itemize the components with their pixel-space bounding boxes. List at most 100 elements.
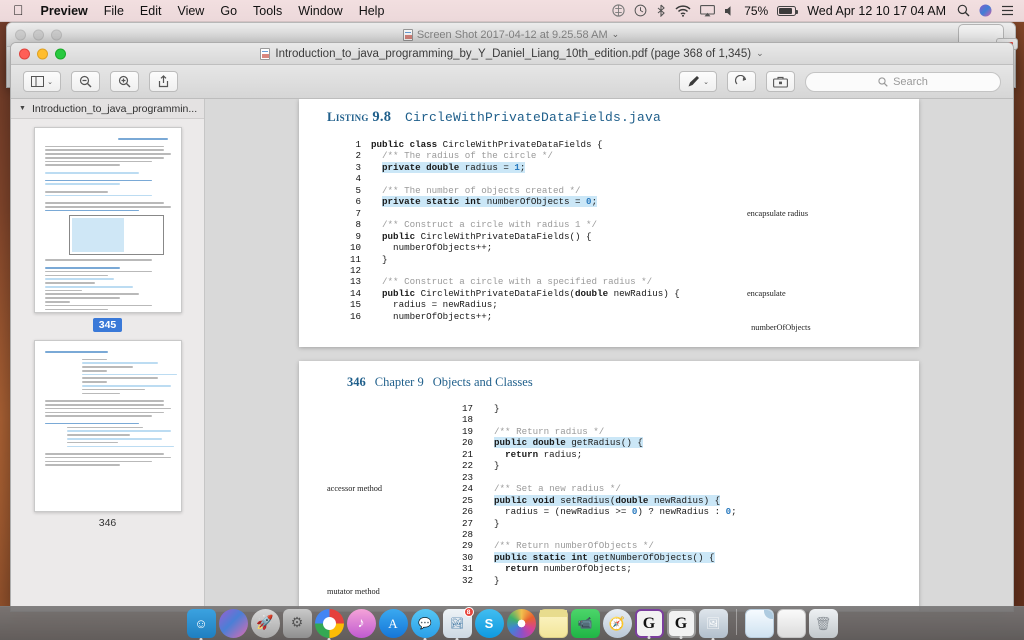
minimize-button-inactive[interactable] <box>33 29 44 40</box>
background-window-traffic-lights[interactable] <box>15 29 62 40</box>
dock-trash[interactable]: 🗑 <box>809 609 838 638</box>
window-titlebar[interactable]: Introduction_to_java_programming_by_Y_Da… <box>11 43 1013 65</box>
background-window-title: Screen Shot 2017-04-12 at 9.25.58 AM ⌄ <box>403 29 619 41</box>
minimize-button[interactable] <box>37 48 48 59</box>
toolbox-icon <box>773 76 788 88</box>
menu-item-preview[interactable]: Preview <box>33 4 96 18</box>
sidebar-thumbnail-list[interactable]: 345 <box>11 119 204 612</box>
thumbnail-item-345[interactable]: 345 <box>11 127 204 332</box>
dock-item-itunes[interactable]: ♪ <box>347 609 376 638</box>
sidebar: ▼ Introduction_to_java_programmin... <box>11 99 205 612</box>
dock-item-launchpad[interactable]: 🚀 <box>251 609 280 638</box>
dock-item-preview[interactable]: 🏞 8 <box>443 609 472 638</box>
dock-item-photos[interactable] <box>507 609 536 638</box>
battery-icon[interactable] <box>777 6 796 16</box>
time-machine-icon[interactable] <box>634 4 647 17</box>
close-button[interactable] <box>19 48 30 59</box>
close-button-inactive[interactable] <box>15 29 26 40</box>
background-window-title-text: Screen Shot 2017-04-12 at 9.25.58 AM <box>417 29 608 41</box>
menu-item-file[interactable]: File <box>96 4 132 18</box>
dock-item-facetime[interactable]: 📹 <box>571 609 600 638</box>
chevron-down-icon[interactable]: ⌄ <box>612 29 620 40</box>
menu-bar-clock[interactable]: Wed Apr 12 10 17 04 AM <box>805 4 948 18</box>
window-title: Introduction_to_java_programming_by_Y_Da… <box>260 48 763 60</box>
chapter-label: Chapter 9 <box>375 375 424 389</box>
dock-item-finder[interactable]: ☺ <box>187 609 216 638</box>
dock-stack-downloads[interactable] <box>777 609 806 638</box>
thumbnail-content <box>45 351 171 468</box>
menu-item-window[interactable]: Window <box>290 4 350 18</box>
volume-icon[interactable] <box>724 5 735 17</box>
disclosure-triangle-icon[interactable]: ▼ <box>19 105 26 112</box>
zoom-out-button[interactable] <box>71 71 100 92</box>
sidebar-header-label: Introduction_to_java_programmin... <box>32 103 197 115</box>
listing-number: 9.8 <box>372 109 391 125</box>
line-numbers-page2: 17 18 19 20 21 22 23 24 25 26 27 28 29 3… <box>457 403 473 586</box>
sidebar-view-icon <box>31 76 44 87</box>
dock-item-google-chrome[interactable] <box>315 609 344 638</box>
dock-item-safari[interactable]: 🧭 <box>603 609 632 638</box>
thumbnail-item-346[interactable]: 346 <box>11 340 204 529</box>
dock-item-ghostscript-1[interactable]: G <box>635 609 664 638</box>
sidebar-chevron-down-icon: ⌄ <box>47 78 53 86</box>
dock-item-notes[interactable] <box>539 609 568 638</box>
pdf-page-345: Listing 9.8 CircleWithPrivateDataFields.… <box>299 99 919 347</box>
traffic-lights[interactable] <box>19 48 66 59</box>
page-number: 346 <box>347 375 366 389</box>
spotlight-search-icon[interactable] <box>957 4 970 17</box>
markup-button[interactable]: ⌄ <box>679 71 717 92</box>
thumbnail-page-label: 346 <box>99 517 117 529</box>
sidebar-header[interactable]: ▼ Introduction_to_java_programmin... <box>11 99 204 119</box>
markup-chevron-down-icon: ⌄ <box>703 78 709 86</box>
battery-percent-label: 75% <box>744 4 768 18</box>
dock-item-image-capture[interactable]: 🖼 <box>699 609 728 638</box>
menu-item-help[interactable]: Help <box>351 4 393 18</box>
dock-item-siri[interactable] <box>219 609 248 638</box>
wifi-icon[interactable] <box>675 5 691 17</box>
preview-window: Introduction_to_java_programming_by_Y_Da… <box>10 42 1014 612</box>
menu-item-view[interactable]: View <box>169 4 212 18</box>
dock-item-ghostscript-2[interactable]: G <box>667 609 696 638</box>
menu-item-go[interactable]: Go <box>212 4 245 18</box>
pen-icon <box>687 75 700 88</box>
dock-item-messages[interactable]: 💬 <box>411 609 440 638</box>
margin-note-mutator: mutator method <box>327 586 447 597</box>
siri-icon[interactable] <box>979 4 992 17</box>
menu-item-edit[interactable]: Edit <box>132 4 170 18</box>
margin-notes-page1: encapsulate radius encapsulate numberOfO… <box>747 139 917 357</box>
screen: Screen Shot 2017-04-12 at 9.25.58 AM ⌄ ▾ <box>0 0 1024 640</box>
dock-separator <box>736 609 737 635</box>
dock-item-system-preferences[interactable]: ⚙ <box>283 609 312 638</box>
page-header-346: 346Chapter 9Objects and Classes <box>347 375 533 390</box>
maximize-button[interactable] <box>55 48 66 59</box>
rotate-button[interactable] <box>727 71 756 92</box>
dock-stack-documents[interactable] <box>745 609 774 638</box>
dock-item-app-store[interactable]: A <box>379 609 408 638</box>
code-block-page2: } /** Return radius */ public double get… <box>483 403 737 586</box>
page-thumbnail[interactable] <box>34 340 182 512</box>
margin-note-encapsulate-radius: encapsulate radius <box>747 208 917 219</box>
title-chevron-down-icon[interactable]: ⌄ <box>756 48 764 59</box>
zoom-in-button[interactable] <box>110 71 139 92</box>
zoom-button-inactive[interactable] <box>51 29 62 40</box>
menu-bar-status-area: 75% Wed Apr 12 10 17 04 AM <box>612 4 1016 18</box>
rotate-icon <box>735 75 748 88</box>
thumbnail-content <box>45 138 171 312</box>
preview-badge-count: 8 <box>464 607 474 617</box>
sidebar-toggle-button[interactable]: ⌄ <box>23 71 61 92</box>
page-thumbnail[interactable] <box>34 127 182 313</box>
menu-item-tools[interactable]: Tools <box>245 4 290 18</box>
notification-center-icon[interactable] <box>1001 5 1014 16</box>
dropbox-icon[interactable] <box>612 4 625 17</box>
airplay-icon[interactable] <box>700 5 715 17</box>
apple-logo-icon[interactable]:  <box>8 3 33 19</box>
search-input[interactable]: Search <box>805 72 1001 92</box>
toolbox-button[interactable] <box>766 71 795 92</box>
listing-word: Listing <box>327 109 369 124</box>
listing-heading: Listing 9.8 CircleWithPrivateDataFields.… <box>327 109 661 126</box>
margin-note-numberofobjects: numberOfObjects <box>747 322 917 333</box>
dock-item-skype[interactable]: S <box>475 609 504 638</box>
bluetooth-icon[interactable] <box>656 4 666 17</box>
document-view[interactable]: Listing 9.8 CircleWithPrivateDataFields.… <box>205 99 1013 612</box>
share-button[interactable] <box>149 71 178 92</box>
